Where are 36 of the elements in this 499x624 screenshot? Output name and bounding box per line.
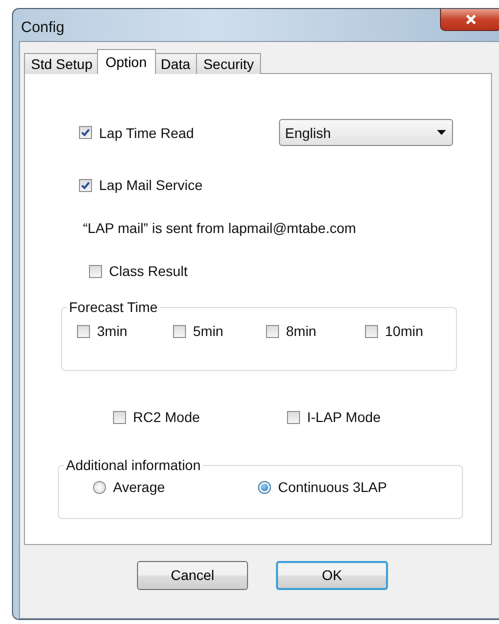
checkbox-label: 10min	[385, 323, 424, 339]
dialog-button[interactable]: Cancel	[137, 560, 248, 590]
radio-label: Average	[113, 479, 165, 495]
mail-note: “LAP mail” is sent from lapmail@mtabe.com	[83, 220, 356, 236]
checkbox-label: RC2 Mode	[133, 409, 200, 425]
checkbox[interactable]	[77, 324, 90, 338]
checkbox[interactable]	[287, 410, 300, 424]
checkbox[interactable]	[365, 324, 378, 338]
radio-button[interactable]	[93, 480, 106, 494]
group-title: Forecast Time	[68, 299, 159, 315]
checkbox[interactable]	[266, 324, 279, 338]
tab[interactable]: Security	[196, 53, 261, 74]
dialog-button[interactable]: OK	[276, 560, 388, 590]
checkbox-label: 8min	[286, 323, 316, 339]
checkbox[interactable]	[113, 410, 126, 424]
tab[interactable]: Std Setup	[24, 53, 100, 74]
close-icon	[465, 14, 477, 25]
checkbox-label: Class Result	[109, 263, 188, 279]
checkbox-label: 3min	[97, 323, 128, 339]
checkbox-label: 5min	[193, 323, 224, 339]
checkbox-label: Lap Mail Service	[99, 177, 202, 193]
tab[interactable]: Option	[96, 49, 156, 74]
window-title: Config	[21, 18, 64, 36]
checkbox[interactable]	[79, 126, 92, 139]
checkbox[interactable]	[173, 324, 186, 338]
checkbox-label: I-LAP Mode	[307, 409, 381, 425]
group-title: Additional information	[65, 457, 202, 473]
caret-icon	[437, 130, 446, 135]
language-dropdown[interactable]: English	[279, 119, 453, 146]
radio-button[interactable]	[258, 480, 271, 494]
close-button[interactable]	[440, 9, 499, 31]
radio-label: Continuous 3LAP	[278, 479, 387, 495]
checkbox-label: Lap Time Read	[99, 124, 194, 140]
checkbox[interactable]	[79, 178, 92, 192]
tab[interactable]: Data	[154, 53, 198, 74]
checkbox[interactable]	[89, 264, 102, 278]
